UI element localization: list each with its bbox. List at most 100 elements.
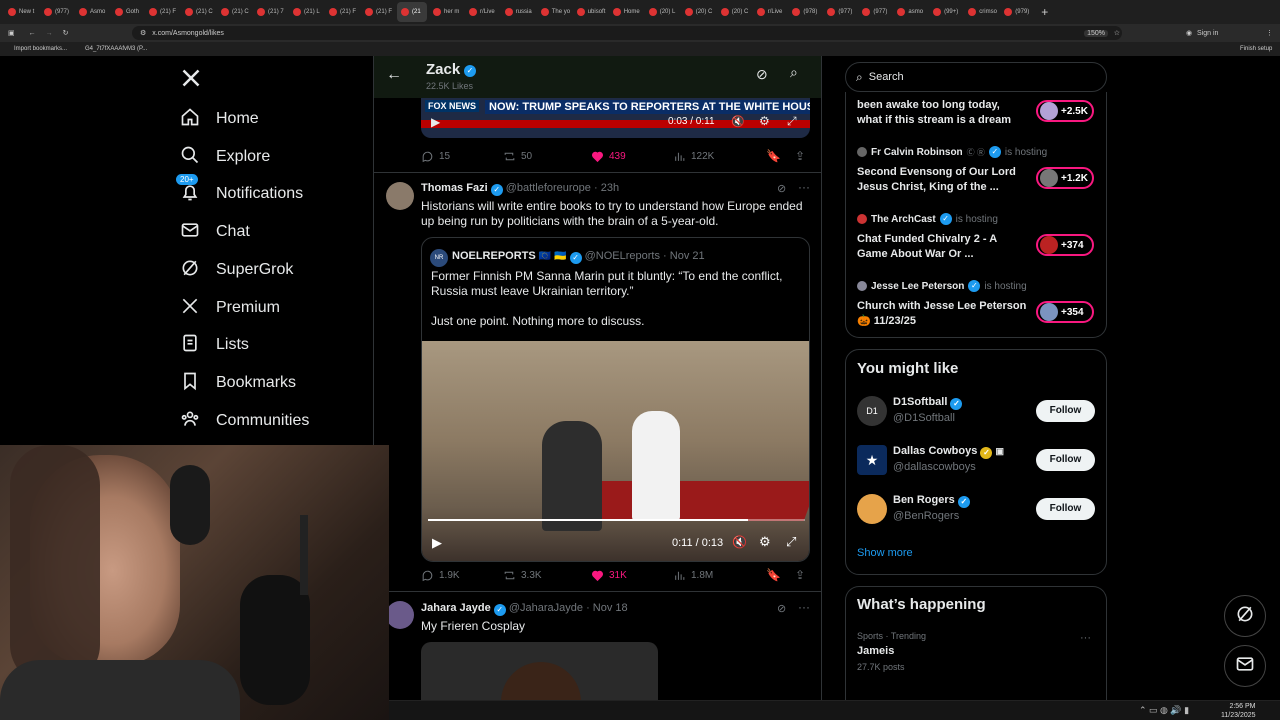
address-bar[interactable]: ⚙ x.com/Asmongold/likes 150% ☆ — [132, 26, 1122, 40]
grok-fab[interactable] — [1224, 595, 1266, 637]
browser-tab[interactable]: (21) F — [361, 2, 395, 22]
nav-premium[interactable]: Premium — [180, 294, 280, 322]
account-handle[interactable]: @D1Softball — [893, 412, 955, 424]
forward-icon[interactable]: → — [46, 30, 53, 37]
post-author[interactable]: Thomas Fazi — [421, 182, 488, 194]
post-handle[interactable]: @battleforeurope — [506, 182, 591, 194]
fullscreen-icon[interactable]: ⤢ — [787, 114, 797, 129]
account-name[interactable]: Ben Rogers ✓ — [893, 494, 970, 508]
avatar[interactable]: ★ — [857, 445, 887, 475]
browser-tab[interactable]: asmo — [893, 2, 927, 22]
finish-setup-link[interactable]: Finish setup — [1240, 46, 1272, 52]
zoom-badge[interactable]: 150% — [1084, 29, 1108, 37]
profile-icon[interactable]: ◉ — [1186, 29, 1192, 37]
bookmark-icon[interactable]: 🔖 — [766, 568, 781, 582]
reply-button[interactable]: 15 — [421, 150, 503, 163]
grok-icon[interactable]: ⊘ — [777, 182, 786, 195]
volume-icon[interactable]: 🔇 — [732, 535, 747, 549]
avatar[interactable] — [386, 182, 414, 210]
volume-icon[interactable]: 🔇 — [731, 115, 745, 128]
browser-tab[interactable]: (21) F — [145, 2, 179, 22]
browser-tab[interactable]: (20) L — [645, 2, 679, 22]
browser-tab[interactable]: (977) — [823, 2, 856, 22]
avatar[interactable] — [386, 601, 414, 629]
browser-tab[interactable]: russia — [501, 2, 535, 22]
more-icon[interactable]: ··· — [798, 600, 810, 614]
menu-icon[interactable]: ⋮ — [1266, 29, 1273, 37]
nav-supergrok[interactable]: SuperGrok — [180, 256, 293, 284]
post-time[interactable]: 23h — [601, 182, 619, 194]
video-progress-track[interactable] — [428, 519, 805, 521]
views-button[interactable]: 122K — [673, 150, 766, 163]
account-name[interactable]: D1Softball ✓ — [893, 396, 963, 410]
browser-tab[interactable]: (21 — [397, 2, 428, 22]
avatar[interactable]: D1 — [857, 396, 887, 426]
site-info-icon[interactable]: ⚙ — [140, 29, 146, 37]
grok-icon[interactable]: ⊘ — [777, 602, 786, 615]
browser-tab[interactable]: (21) 7 — [253, 2, 287, 22]
back-arrow-icon[interactable]: ← — [386, 66, 402, 84]
fullscreen-icon[interactable]: ⤢ — [786, 534, 796, 550]
messages-fab[interactable] — [1224, 645, 1266, 687]
browser-tab[interactable]: r/Live — [465, 2, 499, 22]
system-clock[interactable]: 2:56 PM 11/23/2025 — [1221, 702, 1256, 720]
space-listeners[interactable]: +2.5K — [1036, 100, 1094, 122]
browser-tab[interactable]: r/Live — [753, 2, 787, 22]
space-listeners[interactable]: +374 — [1036, 234, 1094, 256]
post-author[interactable]: Jahara Jayde — [421, 602, 491, 614]
bookmark-item[interactable]: G4_7t7fXAAAfvM3 (P... — [85, 46, 147, 52]
browser-tab[interactable]: Asmo — [75, 2, 109, 22]
avatar[interactable] — [857, 494, 887, 524]
settings-icon[interactable]: ⚙ — [759, 534, 771, 550]
star-icon[interactable]: ☆ — [1114, 29, 1120, 37]
space-title[interactable]: been awake too long today, what if this … — [857, 98, 1027, 128]
account-name[interactable]: Dallas Cowboys ✓ ▣ — [893, 445, 1004, 459]
browser-tab[interactable]: (20) C — [717, 2, 751, 22]
more-icon[interactable]: ··· — [798, 180, 810, 194]
browser-tab[interactable]: (20) C — [681, 2, 715, 22]
post-date[interactable]: Nov 18 — [593, 602, 628, 614]
follow-button[interactable]: Follow — [1036, 400, 1095, 422]
signin-label[interactable]: Sign in — [1197, 30, 1218, 37]
browser-tab[interactable]: (978) — [788, 2, 821, 22]
nav-chat[interactable]: Chat — [180, 218, 250, 246]
repost-button[interactable]: 50 — [503, 150, 591, 163]
browser-tab[interactable]: Home — [609, 2, 643, 22]
x-logo-icon[interactable] — [181, 68, 201, 90]
browser-tab[interactable]: (977) — [40, 2, 73, 22]
nav-home[interactable]: Home — [180, 105, 259, 133]
quote-tweet[interactable]: NR NOELREPORTS 🇪🇺 🇺🇦 ✓ @NOELreports · No… — [421, 237, 810, 562]
url-text[interactable]: x.com/Asmongold/likes — [152, 30, 224, 37]
browser-tab[interactable]: (99+) — [929, 2, 962, 22]
follow-button[interactable]: Follow — [1036, 449, 1095, 471]
browser-tab[interactable]: The yo — [537, 2, 571, 22]
grok-icon[interactable]: ⊘ — [756, 66, 768, 83]
space-title[interactable]: Church with Jesse Lee Peterson 🎃 11/23/2… — [857, 299, 1027, 329]
post-handle[interactable]: @JaharaJayde — [509, 602, 583, 614]
bookmark-icon[interactable]: 🔖 — [766, 149, 781, 163]
nav-notifications[interactable]: 20+ Notifications — [176, 173, 303, 208]
reload-icon[interactable]: ↻ — [63, 29, 69, 37]
search-icon[interactable]: ⌕ — [790, 64, 798, 81]
views-button[interactable]: 1.8M — [673, 569, 766, 582]
tray-icons[interactable]: ⌃ ▭ ◍ 🔊 ▮ — [1139, 705, 1189, 716]
back-icon[interactable]: ← — [29, 30, 36, 37]
follow-button[interactable]: Follow — [1036, 498, 1095, 520]
account-handle[interactable]: @dallascowboys — [893, 461, 976, 473]
settings-icon[interactable]: ⚙ — [759, 114, 770, 128]
nav-bookmarks[interactable]: Bookmarks — [180, 369, 296, 397]
share-icon[interactable]: ⇪ — [795, 149, 805, 163]
nav-explore[interactable]: Explore — [180, 143, 270, 171]
quote-video[interactable]: ▶ 0:11 / 0:13 🔇 ⚙ ⤢ — [422, 341, 809, 561]
browser-tab[interactable]: her m — [429, 2, 463, 22]
play-icon[interactable]: ▶ — [431, 115, 440, 129]
search-input[interactable]: ⌕ Search — [845, 62, 1107, 92]
show-more-link[interactable]: Show more — [857, 547, 913, 559]
nav-lists[interactable]: Lists — [180, 331, 249, 359]
space-title[interactable]: Second Evensong of Our Lord Jesus Christ… — [857, 165, 1027, 195]
browser-tab[interactable]: (979) — [1000, 2, 1033, 22]
browser-tab[interactable]: Goth — [111, 2, 143, 22]
browser-tab[interactable]: (21) L — [289, 2, 323, 22]
play-icon[interactable]: ▶ — [432, 535, 442, 551]
sidebar-toggle-icon[interactable]: ▣ — [8, 29, 15, 37]
